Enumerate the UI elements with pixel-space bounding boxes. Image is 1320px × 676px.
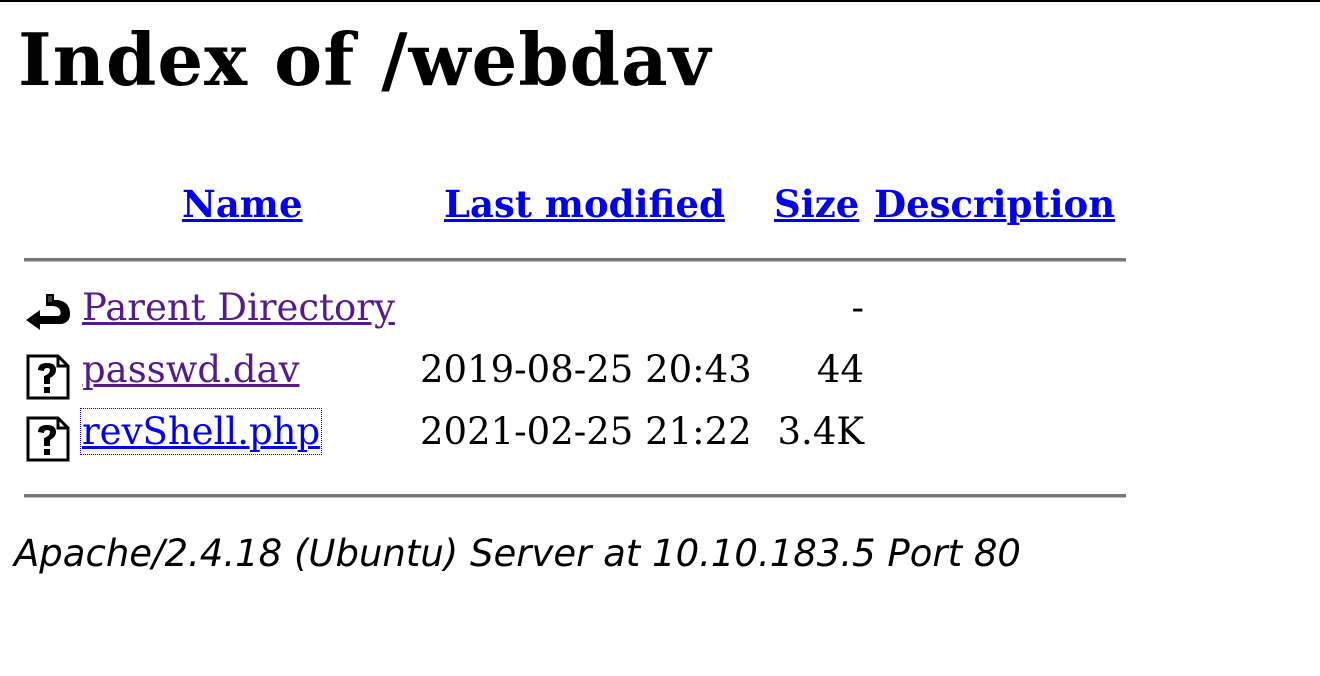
directory-listing: Name Last modified Size Description Pare… xyxy=(24,174,1126,522)
divider-top xyxy=(24,258,1126,262)
parent-directory-link[interactable]: Parent Directory xyxy=(82,286,395,329)
sort-by-last-modified-link[interactable]: Last modified xyxy=(444,182,725,226)
table-header-row: Name Last modified Size Description xyxy=(24,174,1126,236)
size-cell: 44 xyxy=(816,348,864,391)
divider-bottom xyxy=(24,494,1126,498)
back-arrow-icon xyxy=(24,292,72,338)
sort-by-description-link[interactable]: Description xyxy=(874,182,1115,226)
sort-by-size-link[interactable]: Size xyxy=(774,182,859,226)
table-row: passwd.dav 2019-08-25 20:43 44 xyxy=(24,348,1126,410)
file-link-revshell-php[interactable]: revShell.php xyxy=(79,408,323,455)
sort-by-name-link[interactable]: Name xyxy=(182,182,303,226)
unknown-file-icon xyxy=(24,416,72,462)
file-link-passwd-dav[interactable]: passwd.dav xyxy=(82,348,299,391)
last-modified-cell: 2019-08-25 20:43 xyxy=(420,348,752,391)
server-signature: Apache/2.4.18 (Ubuntu) Server at 10.10.1… xyxy=(14,532,1021,575)
page-title: Index of /webdav xyxy=(18,17,712,102)
table-row: Parent Directory - xyxy=(24,286,1126,348)
unknown-file-icon xyxy=(24,354,72,400)
size-cell: - xyxy=(851,286,864,329)
size-cell: 3.4K xyxy=(777,410,864,453)
last-modified-cell: 2021-02-25 21:22 xyxy=(420,410,752,453)
table-row: revShell.php 2021-02-25 21:22 3.4K xyxy=(24,408,1126,472)
